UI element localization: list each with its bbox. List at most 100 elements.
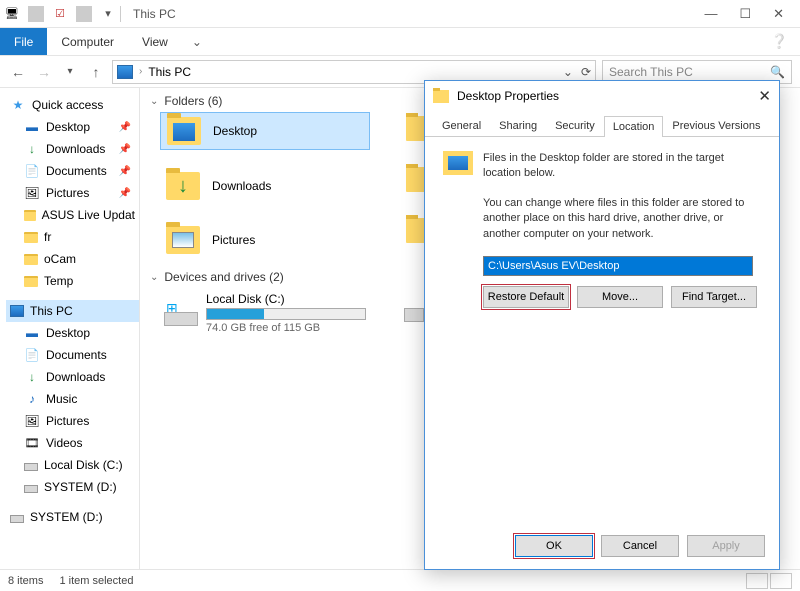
- sidebar-item-label: Videos: [46, 436, 82, 450]
- dialog-tabs: General Sharing Security Location Previo…: [425, 111, 779, 137]
- sidebar-item-pc-localdisk[interactable]: Local Disk (C:): [6, 454, 139, 476]
- sidebar-item-label: Desktop: [46, 120, 90, 134]
- drive-name: Local Disk (C:): [206, 292, 366, 306]
- location-explanation: You can change where files in this folde…: [483, 196, 761, 242]
- tab-security[interactable]: Security: [546, 115, 604, 136]
- pin-icon: 📌: [119, 166, 135, 177]
- tab-location[interactable]: Location: [604, 116, 664, 137]
- drive-icon: [24, 463, 38, 471]
- ribbon: File Computer View ⌄ ❔: [0, 28, 800, 56]
- folder-label: Pictures: [212, 233, 255, 247]
- divider: [120, 6, 121, 22]
- apply-button[interactable]: Apply: [687, 535, 765, 557]
- chevron-down-icon: ⌄: [150, 272, 158, 283]
- this-pc-icon: [117, 65, 133, 79]
- tab-general[interactable]: General: [433, 115, 490, 136]
- group-header-label: Devices and drives (2): [164, 270, 283, 284]
- breadcrumb[interactable]: This PC: [148, 65, 191, 79]
- sidebar-item-pc-videos[interactable]: 🎞 Videos: [6, 432, 139, 454]
- properties-icon[interactable]: ☑: [52, 6, 68, 22]
- sidebar-item-label: This PC: [30, 304, 73, 318]
- sidebar-item-label: Documents: [46, 348, 107, 362]
- minimize-icon[interactable]: —: [704, 6, 717, 22]
- sidebar-item-pc-documents[interactable]: 📄Documents: [6, 344, 139, 366]
- details-view-button[interactable]: [746, 573, 768, 589]
- desktop-icon: ▬: [24, 325, 40, 341]
- navigation-sidebar: ★ Quick access ▬Desktop📌 ↓Downloads📌 📄Do…: [0, 88, 140, 569]
- tab-sharing[interactable]: Sharing: [490, 115, 546, 136]
- sidebar-item-pc-downloads[interactable]: ↓Downloads: [6, 366, 139, 388]
- sidebar-item-ocam[interactable]: oCam: [6, 248, 139, 270]
- up-button[interactable]: ↑: [86, 64, 106, 80]
- restore-default-button[interactable]: Restore Default: [483, 286, 569, 308]
- help-icon[interactable]: ❔: [759, 28, 800, 55]
- computer-tab[interactable]: Computer: [47, 28, 128, 55]
- videos-icon: 🎞: [24, 435, 40, 451]
- folder-icon: [24, 254, 38, 265]
- sidebar-item-pc-desktop[interactable]: ▬ Desktop: [6, 322, 139, 344]
- breadcrumb-sep-icon[interactable]: ›: [139, 66, 142, 77]
- sidebar-item-pc-system[interactable]: SYSTEM (D:): [6, 476, 139, 498]
- address-dropdown-icon[interactable]: ⌄: [563, 65, 573, 79]
- sidebar-item-pc-pictures[interactable]: 🖼Pictures: [6, 410, 139, 432]
- pictures-icon: 🖼: [24, 413, 40, 429]
- music-icon: ♪: [24, 391, 40, 407]
- drive-item-c[interactable]: ⊞ Local Disk (C:) 74.0 GB free of 115 GB: [160, 288, 370, 338]
- back-button[interactable]: ←: [8, 64, 28, 80]
- recent-dropdown-icon[interactable]: ▾: [60, 66, 80, 77]
- ok-button[interactable]: OK: [515, 535, 593, 557]
- desktop-folder-icon: [167, 117, 201, 145]
- quick-access-header[interactable]: ★ Quick access: [6, 94, 139, 116]
- close-icon[interactable]: ✕: [758, 87, 771, 105]
- cancel-button[interactable]: Cancel: [601, 535, 679, 557]
- star-icon: ★: [10, 97, 26, 113]
- close-icon[interactable]: ✕: [773, 6, 784, 22]
- window-title: This PC: [133, 7, 176, 21]
- sidebar-item-fr[interactable]: fr: [6, 226, 139, 248]
- forward-button[interactable]: →: [34, 64, 54, 80]
- sidebar-item-temp[interactable]: Temp: [6, 270, 139, 292]
- downloads-icon: ↓: [24, 141, 40, 157]
- refresh-icon[interactable]: ⟳: [581, 65, 591, 79]
- sidebar-item-label: ASUS Live Updat: [42, 208, 135, 222]
- sidebar-item-asus[interactable]: ASUS Live Updat: [6, 204, 139, 226]
- sidebar-item-this-pc[interactable]: This PC: [6, 300, 139, 322]
- dialog-titlebar: Desktop Properties ✕: [425, 81, 779, 111]
- thumbnails-view-button[interactable]: [770, 573, 792, 589]
- find-target-button[interactable]: Find Target...: [671, 286, 757, 308]
- sidebar-item-label: Downloads: [46, 370, 105, 384]
- downloads-folder-icon: [166, 172, 200, 200]
- sidebar-item-desktop[interactable]: ▬Desktop📌: [6, 116, 139, 138]
- move-button[interactable]: Move...: [577, 286, 663, 308]
- view-tab[interactable]: View: [128, 28, 182, 55]
- pin-icon: 📌: [119, 122, 135, 133]
- sidebar-item-pc-music[interactable]: ♪Music: [6, 388, 139, 410]
- tab-previous-versions[interactable]: Previous Versions: [663, 115, 769, 136]
- folder-item-desktop[interactable]: Desktop: [160, 112, 370, 150]
- folder-label: Downloads: [212, 179, 271, 193]
- divider: [76, 6, 92, 22]
- maximize-icon[interactable]: ☐: [739, 6, 751, 22]
- drive-icon: [10, 515, 24, 523]
- location-path-input[interactable]: C:\Users\Asus EV\Desktop: [483, 256, 753, 276]
- sidebar-item-downloads[interactable]: ↓Downloads📌: [6, 138, 139, 160]
- pictures-folder-icon: [166, 226, 200, 254]
- file-tab[interactable]: File: [0, 28, 47, 55]
- qat-dropdown-icon[interactable]: ▾: [100, 6, 116, 22]
- chevron-down-icon: ⌄: [150, 96, 158, 107]
- properties-dialog: Desktop Properties ✕ General Sharing Sec…: [424, 80, 780, 570]
- sidebar-item-system-d[interactable]: SYSTEM (D:): [6, 506, 139, 528]
- sidebar-item-pictures[interactable]: 🖼Pictures📌: [6, 182, 139, 204]
- folder-item-downloads[interactable]: Downloads: [160, 168, 370, 204]
- sidebar-item-label: Documents: [46, 164, 107, 178]
- view-mode-buttons: [746, 573, 792, 589]
- sidebar-item-label: Desktop: [46, 326, 90, 340]
- folder-label: Desktop: [213, 124, 257, 138]
- group-header-label: Folders (6): [164, 94, 222, 108]
- this-pc-icon: [10, 305, 24, 317]
- sidebar-item-documents[interactable]: 📄Documents📌: [6, 160, 139, 182]
- ribbon-expand-icon[interactable]: ⌄: [182, 28, 212, 55]
- folder-item-pictures[interactable]: Pictures: [160, 222, 370, 258]
- folder-icon: [433, 90, 449, 103]
- search-icon: 🔍: [770, 65, 785, 79]
